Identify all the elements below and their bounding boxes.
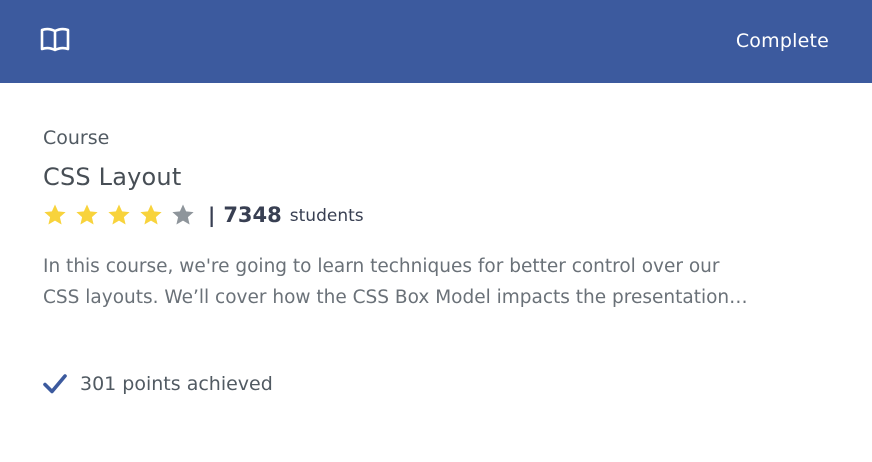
rating-separator: | bbox=[208, 203, 216, 227]
rating-row: | 7348 students bbox=[43, 201, 364, 229]
card-footer: 301 points achieved bbox=[43, 370, 273, 398]
star-rating bbox=[43, 203, 203, 227]
course-description: In this course, we're going to learn tec… bbox=[43, 251, 843, 313]
star-icon-empty bbox=[172, 204, 194, 225]
students-count: 7348 bbox=[223, 203, 282, 227]
star-icon-filled bbox=[76, 204, 98, 225]
points-achieved: 301 points achieved bbox=[80, 373, 273, 395]
star-icon-filled bbox=[140, 204, 162, 225]
course-category: Course bbox=[43, 127, 110, 149]
star-icon-filled bbox=[108, 204, 130, 225]
students-label: students bbox=[289, 206, 364, 226]
course-card[interactable]: Complete Course CSS Layout | 7348 studen… bbox=[0, 0, 872, 462]
status-label: Complete bbox=[735, 30, 829, 52]
description-line: In this course, we're going to learn tec… bbox=[43, 256, 720, 277]
card-header: Complete bbox=[0, 0, 872, 83]
course-title[interactable]: CSS Layout bbox=[43, 162, 181, 192]
star-icon-filled bbox=[44, 204, 66, 225]
book-icon bbox=[40, 27, 70, 52]
checkmark-icon bbox=[43, 374, 67, 394]
description-line: CSS layouts. We’ll cover how the CSS Box… bbox=[43, 287, 748, 308]
